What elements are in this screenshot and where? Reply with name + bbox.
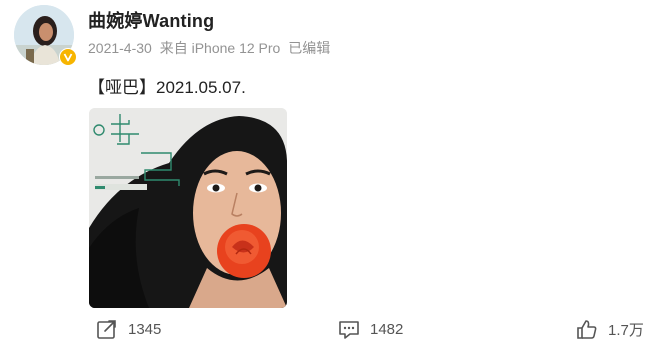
comment-icon — [339, 321, 359, 339]
thumbs-up-icon — [577, 320, 597, 339]
verified-badge-icon — [59, 48, 77, 66]
comment-button[interactable]: 1482 — [338, 318, 403, 340]
repost-count: 1345 — [128, 320, 162, 338]
post-date[interactable]: 2021-4-30 — [88, 40, 152, 56]
author-name[interactable]: 曲婉婷Wanting — [88, 7, 214, 33]
edited-label[interactable]: 已编辑 — [288, 40, 330, 56]
post-source: 来自 iPhone 12 Pro — [159, 40, 281, 56]
post-meta: 2021-4-30 来自 iPhone 12 Pro 已编辑 — [88, 38, 334, 58]
post-text: 【哑巴】2021.05.07. — [88, 78, 246, 97]
post-image[interactable] — [89, 108, 287, 308]
share-icon — [97, 320, 116, 339]
comment-count: 1482 — [370, 320, 404, 338]
like-count: 1.7万 — [608, 321, 644, 339]
repost-button[interactable]: 1345 — [96, 318, 161, 340]
like-button[interactable]: 1.7万 — [576, 318, 644, 340]
action-bar: 1345 1482 1.7万 — [0, 314, 660, 344]
